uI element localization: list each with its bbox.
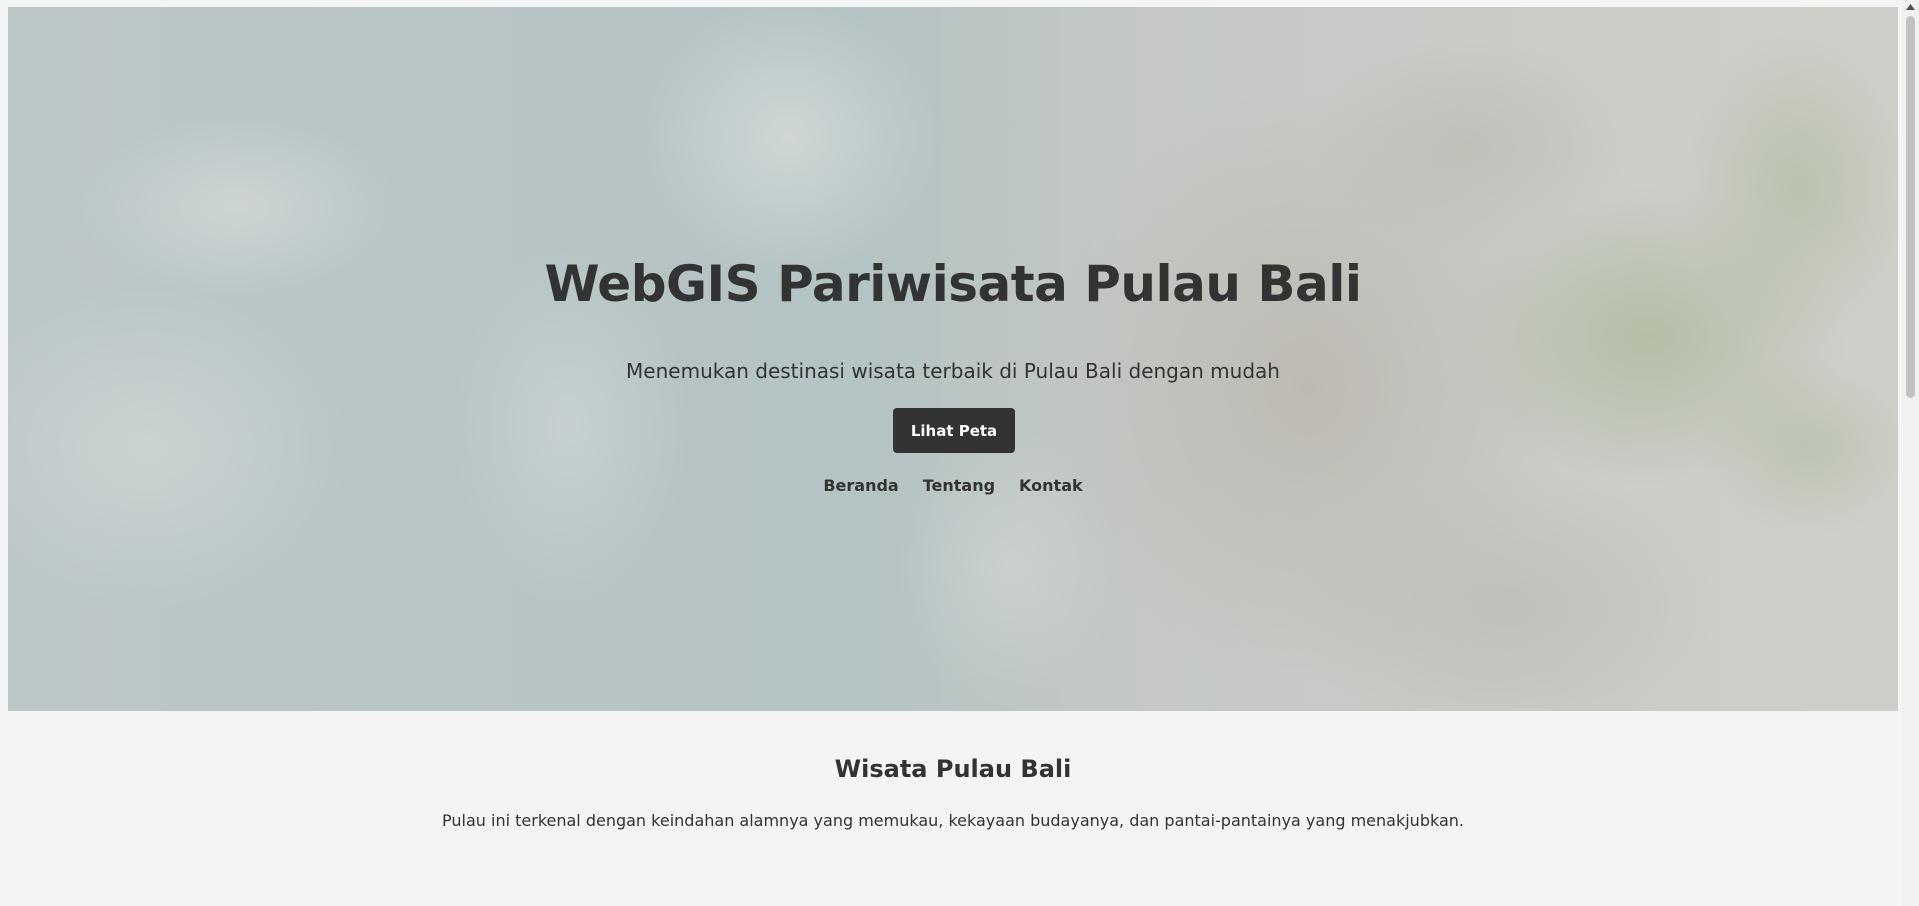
scrollbar-thumb[interactable] [1906, 16, 1915, 398]
hero-subtitle: Menemukan destinasi wisata terbaik di Pu… [626, 359, 1280, 383]
hero-content: WebGIS Pariwisata Pulau Bali Menemukan d… [8, 7, 1898, 711]
view-map-button[interactable]: Lihat Peta [893, 408, 1015, 453]
chevron-up-icon[interactable] [1902, 0, 1919, 14]
hero-section: WebGIS Pariwisata Pulau Bali Menemukan d… [8, 7, 1898, 711]
section-title: Wisata Pulau Bali [834, 755, 1072, 783]
section-description: Pulau ini terkenal dengan keindahan alam… [442, 811, 1464, 830]
about-section: Wisata Pulau Bali Pulau ini terkenal den… [8, 711, 1898, 906]
nav-item-kontak[interactable]: Kontak [1019, 476, 1083, 495]
nav-item-tentang[interactable]: Tentang [923, 476, 995, 495]
page: WebGIS Pariwisata Pulau Bali Menemukan d… [8, 7, 1898, 906]
page-title: WebGIS Pariwisata Pulau Bali [544, 255, 1362, 313]
vertical-scrollbar[interactable] [1902, 0, 1919, 906]
main-nav: Beranda Tentang Kontak [8, 476, 1898, 495]
nav-item-beranda[interactable]: Beranda [823, 476, 898, 495]
